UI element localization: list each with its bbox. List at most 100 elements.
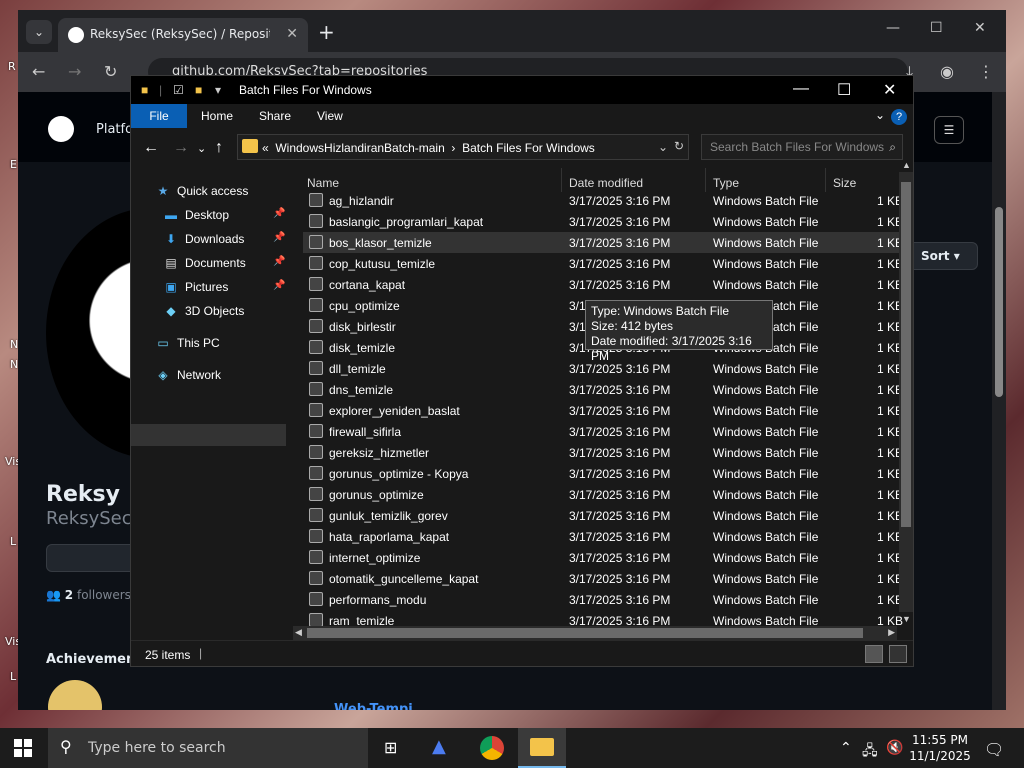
nav-item-pictures[interactable]: ▣ Pictures 📌 — [163, 280, 285, 294]
file-row[interactable]: explorer_yeniden_baslat 3/17/2025 3:16 PM… — [303, 400, 903, 421]
file-row[interactable]: cortana_kapat 3/17/2025 3:16 PM Windows Ba… — [303, 274, 903, 295]
pin-icon[interactable]: 📌 — [273, 208, 285, 219]
file-row[interactable]: internet_optimize 3/17/2025 3:16 PM Window… — [303, 547, 903, 568]
taskbar-clock[interactable]: 11:55 PM 11/1/2025 — [908, 732, 972, 764]
tab-search-button[interactable]: ⌄ — [26, 20, 52, 44]
file-row[interactable]: gorunus_optimize 3/17/2025 3:16 PM Windows… — [303, 484, 903, 505]
nav-item-3d-objects[interactable]: ◆ 3D Objects — [163, 304, 244, 318]
file-row[interactable]: performans_modu 3/17/2025 3:16 PM Windows … — [303, 589, 903, 610]
platform-menu[interactable]: Platfo — [96, 122, 133, 137]
file-row[interactable]: cop_kutusu_temizle 3/17/2025 3:16 PM Windo… — [303, 253, 903, 274]
address-field[interactable]: « WindowsHizlandiranBatch-main › Batch F… — [237, 134, 689, 160]
explorer-maximize-button[interactable]: ☐ — [837, 80, 851, 100]
new-tab-button[interactable]: + — [318, 20, 335, 44]
forward-icon[interactable]: → — [68, 62, 81, 81]
partial-repo-link[interactable]: Web-Tempi... — [334, 702, 428, 710]
tab-close-icon[interactable]: ✕ — [286, 26, 298, 42]
file-row[interactable]: gunluk_temizlik_gorev 3/17/2025 3:16 PM Wi… — [303, 505, 903, 526]
nav-item-downloads[interactable]: ⬇ Downloads 📌 — [163, 232, 285, 246]
sort-button[interactable]: Sort ▾ — [908, 242, 978, 270]
show-hidden-icons-icon[interactable]: ⌃ — [840, 740, 852, 756]
explorer-close-button[interactable]: ✕ — [883, 80, 896, 100]
file-row[interactable]: ag_hizlandir 3/17/2025 3:16 PM Windows Bat… — [303, 190, 903, 211]
column-divider[interactable] — [825, 168, 826, 192]
ribbon-expand-icon[interactable]: ⌄ — [875, 108, 885, 122]
file-row[interactable]: hata_raporlama_kapat 3/17/2025 3:16 PM Win… — [303, 526, 903, 547]
achievement-badge[interactable] — [48, 680, 102, 710]
file-row[interactable]: gereksiz_hizmetler 3/17/2025 3:16 PM Windo… — [303, 442, 903, 463]
column-divider[interactable] — [561, 168, 562, 192]
file-row[interactable]: bos_klasor_temizle 3/17/2025 3:16 PM Windo… — [303, 232, 903, 253]
network-icon[interactable]: 🖧 — [862, 740, 878, 764]
nav-item-documents[interactable]: ▤ Documents 📌 — [163, 256, 285, 270]
page-scrollbar[interactable] — [992, 92, 1006, 710]
back-icon[interactable]: ← — [32, 62, 45, 81]
volume-muted-icon[interactable]: 🔇 — [886, 740, 903, 756]
scroll-down-arrow-icon[interactable]: ▼ — [902, 614, 911, 624]
nav-item-desktop[interactable]: ▬ Desktop 📌 — [163, 208, 285, 222]
taskbar-app-1[interactable]: ▲ — [418, 728, 466, 768]
forward-icon[interactable]: → — [173, 139, 189, 157]
large-icons-view-button[interactable] — [889, 645, 907, 663]
column-name[interactable]: Name — [307, 176, 339, 190]
taskbar-chrome[interactable] — [468, 728, 516, 768]
taskbar-search[interactable]: ⚲ Type here to search — [48, 728, 368, 768]
details-view-button[interactable] — [865, 645, 883, 663]
page-scroll-thumb[interactable] — [995, 207, 1003, 397]
breadcrumb-item[interactable]: WindowsHizlandiranBatch-main — [275, 141, 444, 155]
help-icon[interactable]: ? — [891, 109, 907, 125]
github-logo-icon[interactable] — [48, 116, 74, 142]
vertical-scroll-thumb[interactable] — [901, 182, 911, 527]
column-type[interactable]: Type — [713, 176, 739, 190]
recent-locations-icon[interactable]: ⌄ — [197, 142, 206, 155]
tab-view[interactable]: View — [317, 109, 343, 123]
breadcrumb-item[interactable]: Batch Files For Windows — [462, 141, 595, 155]
file-row[interactable]: firewall_sifirla 3/17/2025 3:16 PM Windows… — [303, 421, 903, 442]
followers-link[interactable]: 👥 2 followers — [46, 588, 131, 602]
tab-share[interactable]: Share — [259, 109, 291, 123]
scroll-right-arrow-icon[interactable]: ▶ — [888, 627, 895, 638]
scroll-left-arrow-icon[interactable]: ◀ — [295, 627, 302, 638]
chrome-tab[interactable]: ReksySec (ReksySec) / Repositories ✕ — [58, 18, 308, 52]
file-row[interactable]: dns_temizle 3/17/2025 3:16 PM Windows Batc… — [303, 379, 903, 400]
refresh-icon[interactable]: ↻ — [674, 139, 684, 153]
scroll-up-arrow-icon[interactable]: ▲ — [902, 160, 911, 170]
menu-icon[interactable]: ⋮ — [978, 62, 994, 81]
pin-icon[interactable]: 📌 — [273, 280, 285, 291]
tab-file[interactable]: File — [131, 104, 187, 128]
minimize-button[interactable]: — — [886, 20, 900, 36]
back-icon[interactable]: ← — [143, 139, 159, 157]
column-size[interactable]: Size — [833, 176, 856, 190]
explorer-minimize-button[interactable]: — — [793, 80, 809, 98]
profile-icon[interactable]: ◉ — [940, 62, 954, 81]
tab-home[interactable]: Home — [201, 109, 233, 123]
search-input[interactable]: Search Batch Files For Windows ⌕ — [701, 134, 903, 160]
reload-icon[interactable]: ↻ — [104, 62, 117, 81]
address-dropdown-icon[interactable]: ⌄ — [658, 140, 668, 154]
column-divider[interactable] — [705, 168, 706, 192]
nav-item-quick-access[interactable]: ★ Quick access — [155, 184, 249, 198]
properties-icon[interactable]: ☑ — [173, 83, 184, 97]
nav-item-this-pc[interactable]: ▭ This PC — [155, 336, 219, 350]
nav-item-network[interactable]: ◈ Network — [155, 368, 221, 382]
taskbar-file-explorer[interactable] — [518, 728, 566, 768]
file-row[interactable]: gorunus_optimize - Kopya 3/17/2025 3:16 P… — [303, 463, 903, 484]
start-button[interactable] — [14, 739, 32, 757]
vertical-scrollbar[interactable]: ▲ ▼ — [899, 160, 913, 624]
file-type: Windows Batch File — [713, 593, 819, 607]
horizontal-scroll-thumb[interactable] — [307, 628, 863, 638]
qat-dropdown-icon[interactable]: ▾ — [215, 83, 221, 97]
maximize-button[interactable]: ☐ — [930, 20, 943, 36]
up-icon[interactable]: ↑ — [215, 139, 223, 157]
notifications-icon[interactable]: 🗨 — [984, 740, 1004, 759]
task-view-button[interactable]: ⊞ — [368, 728, 416, 768]
new-folder-icon[interactable]: ■ — [195, 83, 202, 97]
filter-icon[interactable]: ☰ — [934, 116, 964, 144]
horizontal-scrollbar[interactable]: ◀ ▶ — [293, 626, 897, 640]
file-row[interactable]: otomatik_guncelleme_kapat 3/17/2025 3:16 … — [303, 568, 903, 589]
pin-icon[interactable]: 📌 — [273, 256, 285, 267]
pin-icon[interactable]: 📌 — [273, 232, 285, 243]
file-row[interactable]: baslangic_programlari_kapat 3/17/2025 3:1… — [303, 211, 903, 232]
column-date[interactable]: Date modified — [569, 176, 643, 190]
close-button[interactable]: ✕ — [974, 20, 986, 36]
